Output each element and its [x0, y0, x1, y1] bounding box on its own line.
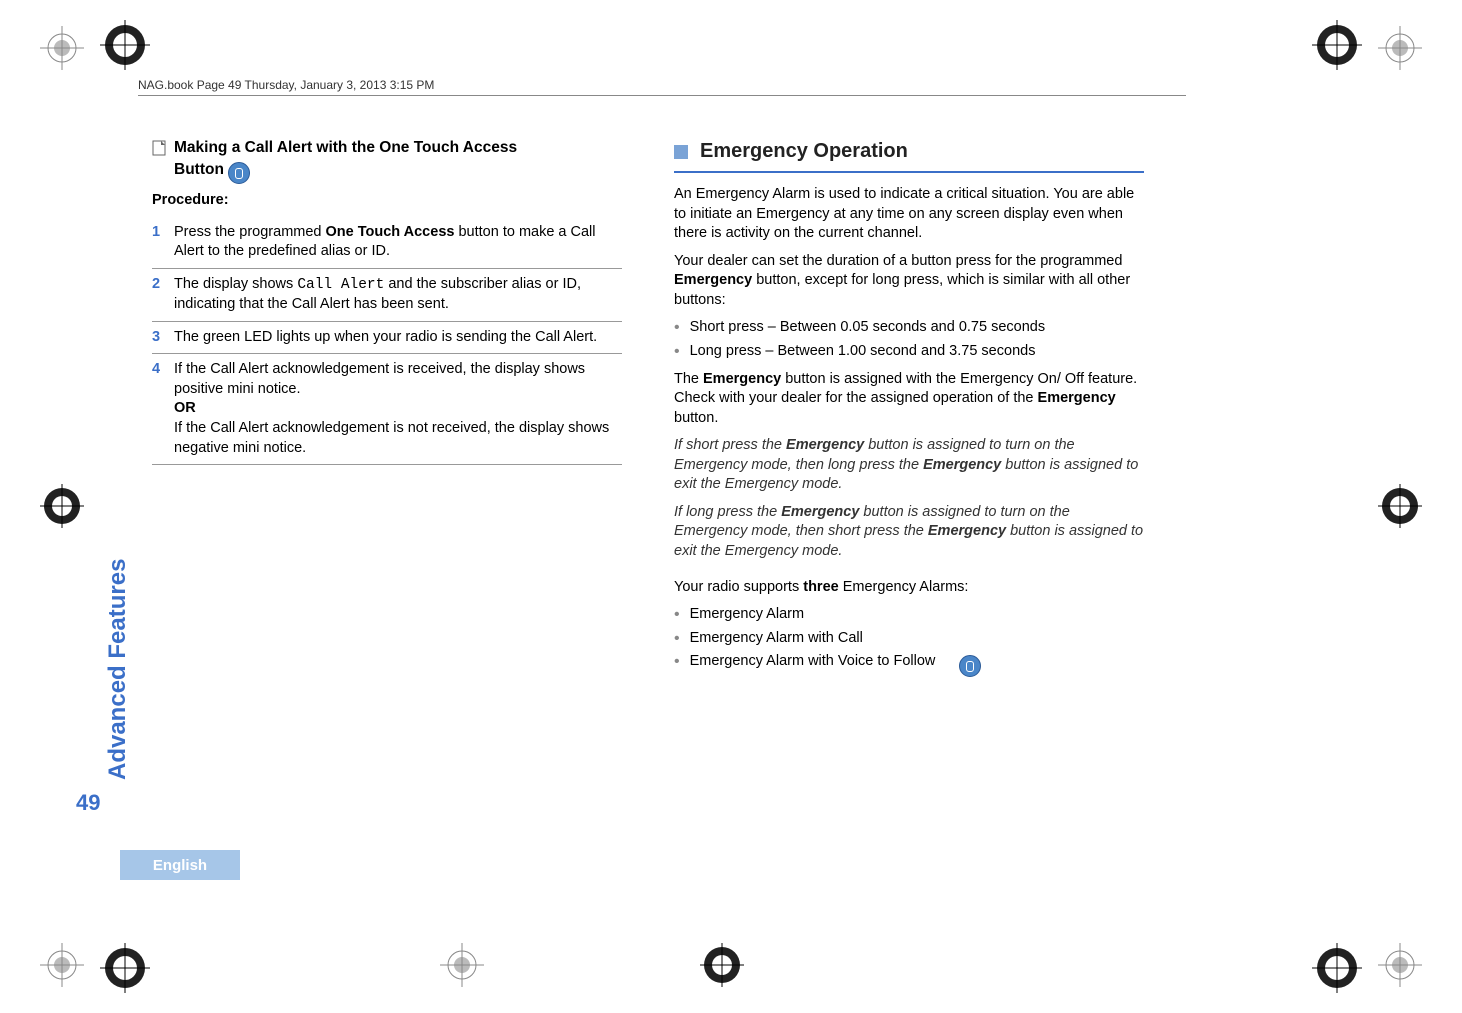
bullet-item: • Emergency Alarm with Call: [674, 629, 1144, 649]
page-content: Making a Call Alert with the One Touch A…: [72, 120, 1172, 880]
bullet-dot-icon: •: [674, 342, 680, 362]
note-icon: [152, 140, 166, 156]
step-3: 3 The green LED lights up when your radi…: [152, 322, 622, 355]
step-number: 4: [152, 360, 164, 380]
registration-target-icon: [100, 20, 150, 70]
crop-mark-icon: [1378, 484, 1422, 528]
bullet-item: • Long press – Between 1.00 second and 3…: [674, 342, 1144, 362]
step-4: 4 If the Call Alert acknowledgement is r…: [152, 354, 622, 465]
section-heading: Emergency Operation: [674, 138, 1144, 173]
bullet-dot-icon: •: [674, 629, 680, 649]
paragraph: Your dealer can set the duration of a bu…: [674, 252, 1144, 311]
registration-target-icon: [1312, 20, 1362, 70]
header-rule: [138, 95, 1186, 96]
left-column: Making a Call Alert with the One Touch A…: [152, 138, 622, 465]
step-number: 1: [152, 223, 164, 243]
registration-target-icon: [1312, 943, 1362, 993]
crop-mark-icon: [700, 943, 744, 987]
registration-target-icon: [100, 943, 150, 993]
heading-text: Emergency Operation: [700, 138, 908, 165]
step-2: 2 The display shows Call Alert and the s…: [152, 269, 622, 322]
running-head: NAG.book Page 49 Thursday, January 3, 20…: [138, 78, 434, 92]
crop-mark-icon: [1378, 26, 1422, 70]
bullet-dot-icon: •: [674, 605, 680, 625]
step-number: 3: [152, 328, 164, 348]
step-body: The green LED lights up when your radio …: [174, 328, 622, 348]
crop-mark-icon: [40, 26, 84, 70]
step-body: If the Call Alert acknowledgement is rec…: [174, 360, 622, 458]
crop-mark-icon: [1378, 943, 1422, 987]
paragraph: Your radio supports three Emergency Alar…: [674, 578, 1144, 598]
right-column: Emergency Operation An Emergency Alarm i…: [674, 138, 1144, 678]
italic-note: If short press the Emergency button is a…: [674, 436, 1144, 495]
crop-mark-icon: [40, 943, 84, 987]
bullet-item: • Emergency Alarm with Voice to Follow: [674, 652, 1144, 674]
section-marker-icon: [674, 145, 688, 159]
procedure-label: Procedure:: [152, 191, 622, 211]
title-text: Making a Call Alert with the One Touch A…: [174, 138, 517, 181]
step-number: 2: [152, 275, 164, 295]
radio-button-icon: [959, 655, 981, 677]
step-body: Press the programmed One Touch Access bu…: [174, 223, 622, 262]
crop-mark-icon: [440, 943, 484, 987]
italic-note: If long press the Emergency button is as…: [674, 503, 1144, 562]
bullet-dot-icon: •: [674, 318, 680, 338]
bullet-item: • Emergency Alarm: [674, 605, 1144, 625]
paragraph: An Emergency Alarm is used to indicate a…: [674, 185, 1144, 244]
subsection-title: Making a Call Alert with the One Touch A…: [152, 138, 622, 181]
bullet-item: • Short press – Between 0.05 seconds and…: [674, 318, 1144, 338]
step-1: 1 Press the programmed One Touch Access …: [152, 217, 622, 269]
paragraph: The Emergency button is assigned with th…: [674, 370, 1144, 429]
radio-button-icon: [228, 162, 250, 184]
bullet-dot-icon: •: [674, 652, 680, 674]
step-body: The display shows Call Alert and the sub…: [174, 275, 622, 315]
